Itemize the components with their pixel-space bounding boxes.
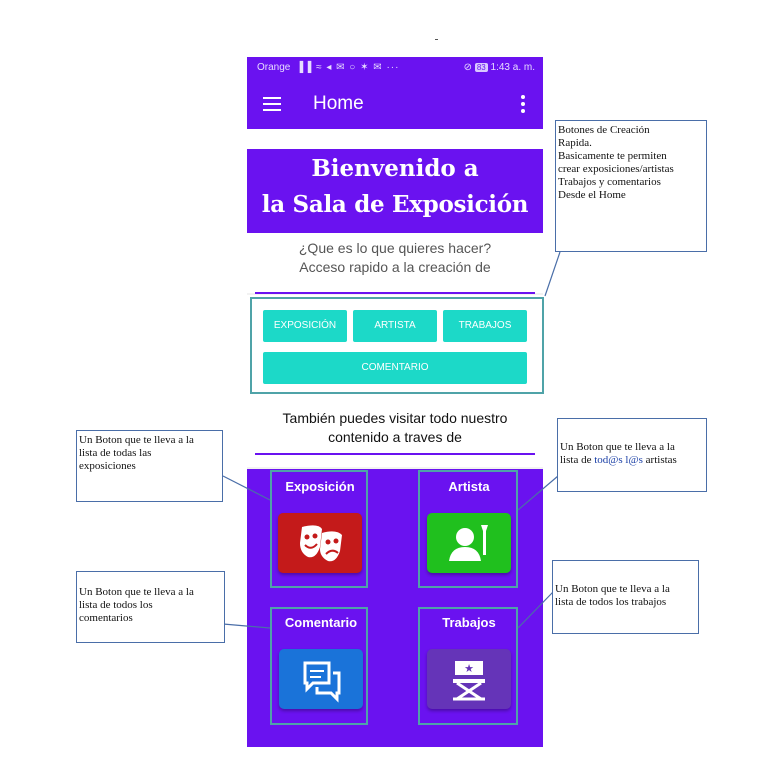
- note-line: Rapida.: [558, 137, 592, 149]
- annotation-comentarios: Un Boton que te lleva a la lista de todo…: [76, 571, 225, 643]
- note-line: Basicamente te permiten: [558, 150, 667, 162]
- annotation-artistas: Un Boton que te lleva a la lista de tod@…: [557, 418, 707, 492]
- note-line: lista de todas las: [79, 447, 152, 459]
- note-text: lista de: [560, 454, 595, 466]
- note-line: Un Boton que te lleva a la: [555, 583, 670, 595]
- note-line: Un Boton que te lleva a la: [79, 586, 194, 598]
- note-line: exposiciones: [79, 460, 136, 472]
- note-line: Un Boton que te lleva a la: [560, 441, 675, 453]
- note-line: Un Boton que te lleva a la: [79, 434, 194, 446]
- note-line: lista de tod@s l@s artistas: [560, 454, 704, 467]
- note-line: crear exposiciones/artistas: [558, 163, 674, 175]
- note-line: lista de todos los trabajos: [555, 596, 667, 608]
- note-line: lista de todos los: [79, 599, 153, 611]
- note-line: Botones de Creación: [558, 124, 650, 136]
- note-line: Trabajos y comentarios: [558, 176, 661, 188]
- annotation-exposiciones: Un Boton que te lleva a la lista de toda…: [76, 430, 223, 502]
- note-text: artistas: [642, 454, 677, 466]
- annotation-trabajos: Un Boton que te lleva a la lista de todo…: [552, 560, 699, 634]
- annotation-quick-buttons: Botones de Creación Rapida. Basicamente …: [555, 120, 707, 252]
- note-line: comentarios: [79, 612, 133, 624]
- callout-connectors: [222, 251, 561, 629]
- note-text-highlighted: tod@s l@s: [594, 454, 643, 466]
- note-line: Desde el Home: [558, 189, 626, 201]
